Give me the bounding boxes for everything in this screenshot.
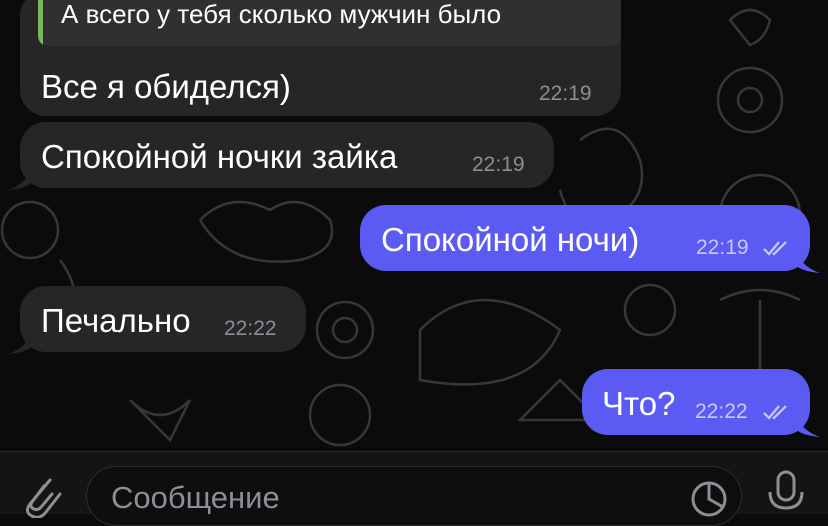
message-bubble-incoming[interactable]: Печально 22:22 xyxy=(20,286,306,352)
bubble-tail xyxy=(796,251,820,273)
message-bubble-incoming[interactable]: Спокойной ночки зайка 22:19 xyxy=(20,122,554,188)
message-time: 22:22 xyxy=(695,400,748,423)
message-text: Все я обиделся) xyxy=(41,68,291,105)
message-bubble-outgoing[interactable]: Что? 22:22 xyxy=(582,369,810,435)
bubble-tail xyxy=(8,168,32,190)
message-text: Спокойной ночи) xyxy=(381,221,640,258)
message-bubble-incoming[interactable]: А всего у тебя сколько мужчин было Все я… xyxy=(20,0,621,116)
message-input-placeholder: Сообщение xyxy=(111,480,280,515)
message-time: 22:22 xyxy=(224,317,277,340)
message-input[interactable]: Сообщение xyxy=(86,466,742,526)
paperclip-icon[interactable] xyxy=(20,474,64,518)
reply-quote-bar xyxy=(38,0,43,46)
double-check-icon xyxy=(763,405,787,420)
bubble-tail xyxy=(8,332,32,354)
message-text: Что? xyxy=(602,385,676,422)
message-text: Спокойной ночки зайка xyxy=(41,138,398,175)
message-time: 22:19 xyxy=(696,236,749,259)
message-bubble-outgoing[interactable]: Спокойной ночи) 22:19 xyxy=(360,205,810,271)
microphone-icon[interactable] xyxy=(764,466,808,516)
reply-quote[interactable]: А всего у тебя сколько мужчин было xyxy=(38,0,621,46)
double-check-icon xyxy=(763,241,787,256)
sticker-icon[interactable] xyxy=(689,479,729,519)
message-text: Печально xyxy=(41,302,191,339)
reply-quote-text: А всего у тебя сколько мужчин было xyxy=(61,0,502,29)
message-time: 22:19 xyxy=(472,153,525,176)
message-time: 22:19 xyxy=(539,82,592,105)
bubble-tail xyxy=(796,415,820,437)
message-composer: Сообщение xyxy=(0,451,828,526)
